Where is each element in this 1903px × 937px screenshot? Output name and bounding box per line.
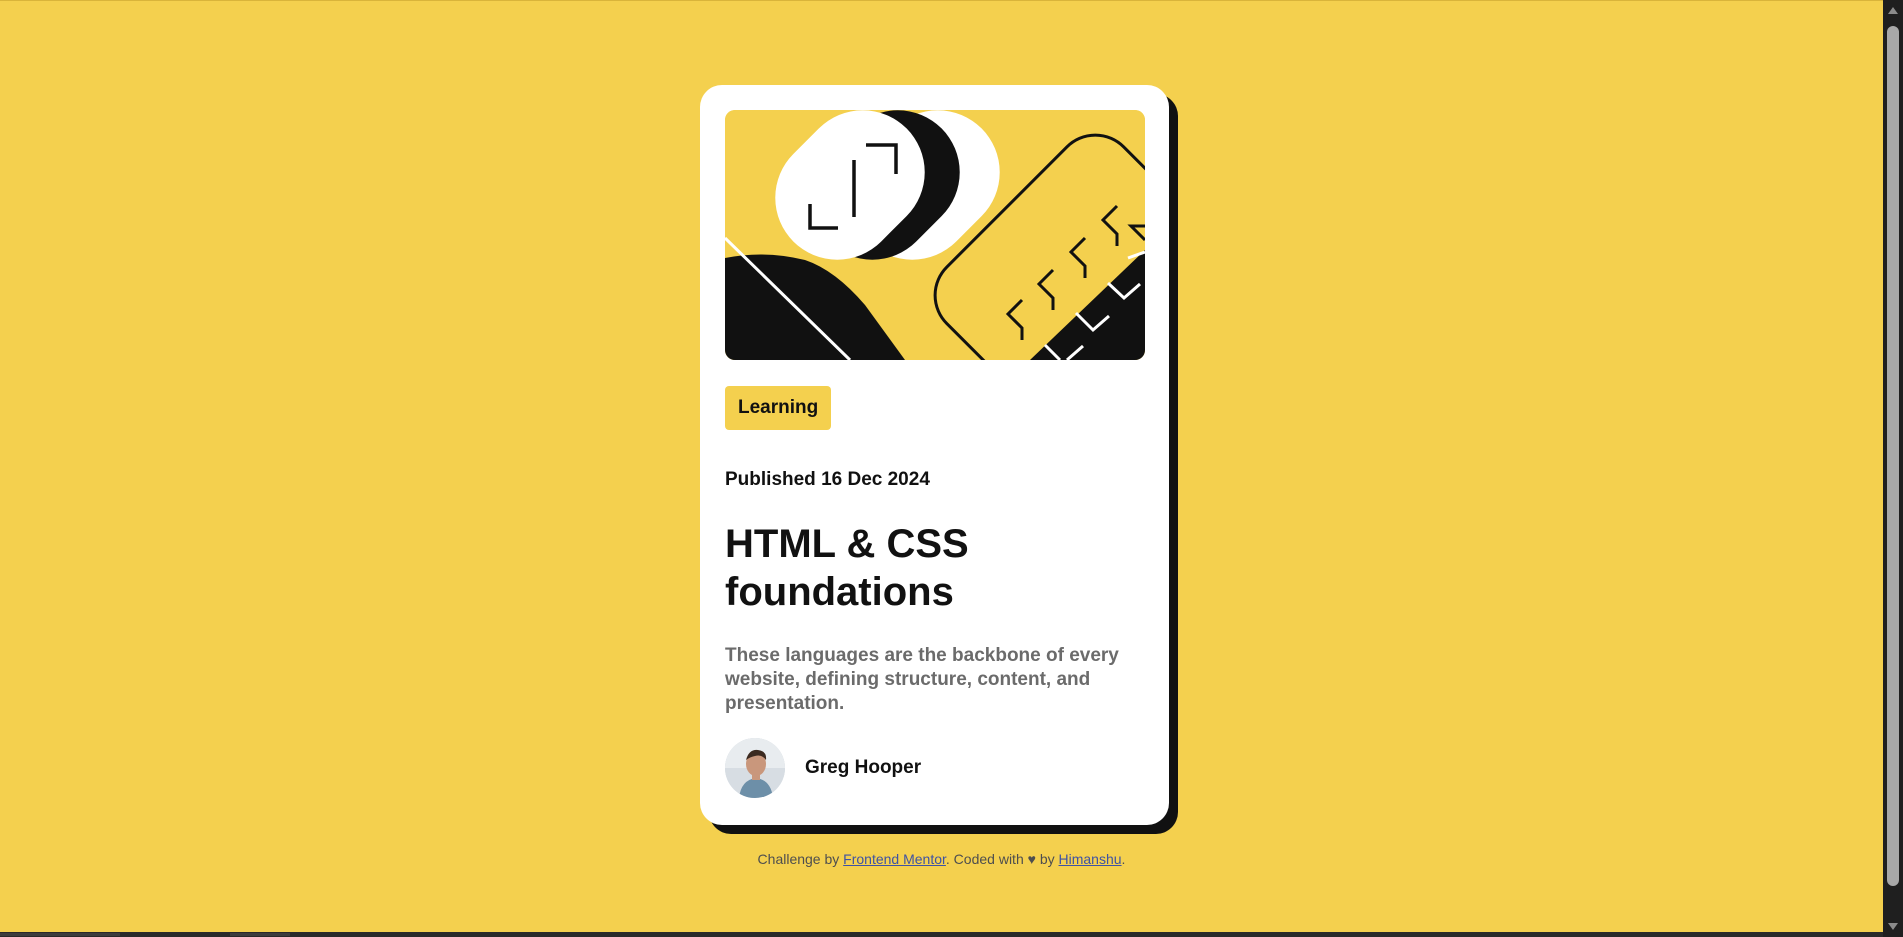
heart-icon: ♥ (1027, 851, 1036, 867)
page: Learning Published 16 Dec 2024 HTML & CS… (0, 0, 1903, 937)
author-name: Greg Hooper (805, 757, 922, 778)
category-tag: Learning (725, 386, 832, 430)
footer-prefix: Challenge by (757, 851, 844, 867)
card-title-line2: foundations (725, 570, 954, 614)
scroll-down-arrow-icon[interactable] (1888, 923, 1898, 930)
attribution-footer: Challenge by Frontend Mentor. Coded with… (0, 851, 1883, 867)
blog-preview-card: Learning Published 16 Dec 2024 HTML & CS… (700, 85, 1169, 825)
footer-suffix: . (1121, 851, 1126, 867)
frontend-mentor-link[interactable]: Frontend Mentor (843, 851, 946, 867)
avatar (725, 738, 785, 798)
card-title[interactable]: HTML & CSS foundations (725, 520, 1125, 616)
scrollbar-thumb[interactable] (1887, 26, 1899, 886)
card-title-line1: HTML & CSS (725, 522, 969, 566)
bottom-bar (0, 932, 1883, 937)
footer-by: by (1035, 851, 1059, 867)
vertical-scrollbar[interactable] (1883, 0, 1903, 937)
published-date: Published 16 Dec 2024 (725, 469, 930, 490)
top-border (0, 0, 1883, 1)
footer-middle: . Coded with (945, 851, 1028, 867)
scroll-up-arrow-icon[interactable] (1888, 7, 1898, 14)
bottom-bar-segment (230, 933, 290, 936)
hero-illustration (725, 110, 1145, 360)
bottom-bar-segment (0, 933, 120, 936)
author: Greg Hooper (725, 738, 921, 798)
author-link[interactable]: Himanshu (1059, 851, 1122, 867)
card-description: These languages are the backbone of ever… (725, 645, 1119, 714)
